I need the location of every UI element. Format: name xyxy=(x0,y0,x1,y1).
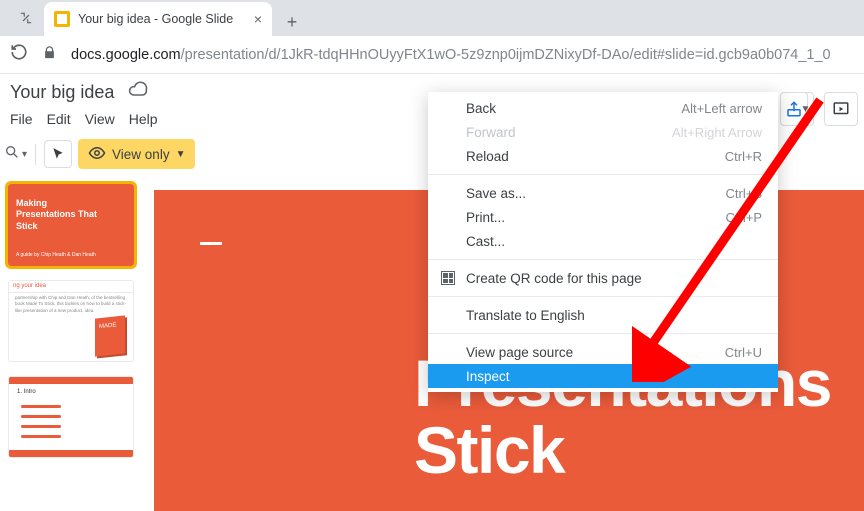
thumb-2-body: partnership with Chip and Dan Heath, of … xyxy=(15,295,127,314)
thumb-3-topbar xyxy=(9,377,133,384)
zoom-control[interactable]: ▾ xyxy=(4,144,36,165)
ctx-translate[interactable]: Translate to English xyxy=(428,303,778,327)
context-menu: Back Alt+Left arrow Forward Alt+Right Ar… xyxy=(428,92,778,392)
view-mode-label: View only xyxy=(112,147,170,162)
ctx-save-as-label: Save as... xyxy=(466,186,526,201)
url-text[interactable]: docs.google.com/presentation/d/1JkR-tdqH… xyxy=(71,47,831,63)
book-icon xyxy=(95,315,125,356)
thumb-3-line xyxy=(21,405,61,408)
slide-thumbnails: Making Presentations That Stick A guide … xyxy=(0,178,142,511)
eye-icon xyxy=(88,144,106,165)
header-actions: ▼ xyxy=(780,92,864,126)
ctx-inspect-label: Inspect xyxy=(466,369,510,384)
ctx-separator xyxy=(428,296,778,297)
ctx-print-shortcut: Ctrl+P xyxy=(726,210,762,225)
select-tool-button[interactable] xyxy=(44,140,72,168)
present-button[interactable] xyxy=(824,92,858,126)
thumb-1-title: Making Presentations That Stick xyxy=(16,198,106,232)
ctx-reload[interactable]: Reload Ctrl+R xyxy=(428,144,778,168)
thumb-1-subtitle: A guide by Chip Heath & Dan Heath xyxy=(16,252,96,258)
ctx-forward: Forward Alt+Right Arrow xyxy=(428,120,778,144)
ctx-cast-label: Cast... xyxy=(466,234,505,249)
chevron-down-icon: ▾ xyxy=(22,149,27,160)
view-mode-button[interactable]: View only ▼ xyxy=(78,139,195,169)
thumb-3-line xyxy=(21,415,61,418)
ctx-translate-label: Translate to English xyxy=(466,308,585,323)
thumb-2-header: ng your idea xyxy=(9,281,133,293)
ctx-reload-label: Reload xyxy=(466,149,509,164)
ctx-forward-label: Forward xyxy=(466,125,516,140)
reload-button[interactable] xyxy=(10,43,28,66)
slide-thumb-3[interactable]: 1. Intro xyxy=(8,376,134,458)
browser-tab[interactable]: Your big idea - Google Slide × xyxy=(44,2,272,36)
url-host: docs.google.com xyxy=(71,47,181,63)
menu-help[interactable]: Help xyxy=(129,111,158,127)
menu-file[interactable]: File xyxy=(10,111,33,127)
ctx-view-source[interactable]: View page source Ctrl+U xyxy=(428,340,778,364)
ctx-separator xyxy=(428,259,778,260)
qr-code-icon xyxy=(440,270,456,286)
doc-title[interactable]: Your big idea xyxy=(10,82,114,103)
share-dropdown-button[interactable]: ▼ xyxy=(798,92,814,126)
thumb-3-title: 1. Intro xyxy=(17,389,36,395)
chevron-down-icon: ▼ xyxy=(176,149,186,160)
browser-tab-strip: Your big idea - Google Slide × + xyxy=(0,0,864,36)
thumb-3-bottombar xyxy=(9,450,133,457)
slide-thumb-2[interactable]: ng your idea partnership with Chip and D… xyxy=(8,280,134,362)
ctx-save-as-shortcut: Ctrl+S xyxy=(726,186,762,201)
slide-accent-line xyxy=(200,242,222,245)
ctx-reload-shortcut: Ctrl+R xyxy=(725,149,762,164)
thumb-3-line xyxy=(21,435,61,438)
ctx-back[interactable]: Back Alt+Left arrow xyxy=(428,96,778,120)
ctx-cast[interactable]: Cast... xyxy=(428,229,778,253)
ctx-inspect[interactable]: Inspect xyxy=(428,364,778,388)
menu-view[interactable]: View xyxy=(85,111,115,127)
lock-icon[interactable] xyxy=(42,45,57,65)
ctx-back-shortcut: Alt+Left arrow xyxy=(681,101,762,116)
ctx-back-label: Back xyxy=(466,101,496,116)
ctx-print-label: Print... xyxy=(466,210,505,225)
ctx-view-source-label: View page source xyxy=(466,345,573,360)
ctx-separator xyxy=(428,333,778,334)
thumb-3-line xyxy=(21,425,61,428)
ctx-separator xyxy=(428,174,778,175)
ctx-print[interactable]: Print... Ctrl+P xyxy=(428,205,778,229)
ctx-create-qr[interactable]: Create QR code for this page xyxy=(428,266,778,290)
slide-thumb-1[interactable]: Making Presentations That Stick A guide … xyxy=(8,184,134,266)
url-path: /presentation/d/1JkR-tdqHHnOUyyFtX1wO-5z… xyxy=(181,47,831,63)
slides-favicon-icon xyxy=(54,11,70,27)
menu-edit[interactable]: Edit xyxy=(47,111,71,127)
expand-icon[interactable] xyxy=(8,0,44,36)
ctx-view-source-shortcut: Ctrl+U xyxy=(725,345,762,360)
ctx-forward-shortcut: Alt+Right Arrow xyxy=(672,125,762,140)
tab-close-icon[interactable]: × xyxy=(254,11,262,27)
zoom-icon xyxy=(4,144,20,165)
address-bar: docs.google.com/presentation/d/1JkR-tdqH… xyxy=(0,36,864,74)
tab-title: Your big idea - Google Slide xyxy=(78,12,246,26)
ctx-save-as[interactable]: Save as... Ctrl+S xyxy=(428,181,778,205)
new-tab-button[interactable]: + xyxy=(278,8,306,36)
cloud-saved-icon[interactable] xyxy=(128,80,148,105)
ctx-qr-label: Create QR code for this page xyxy=(466,271,642,286)
